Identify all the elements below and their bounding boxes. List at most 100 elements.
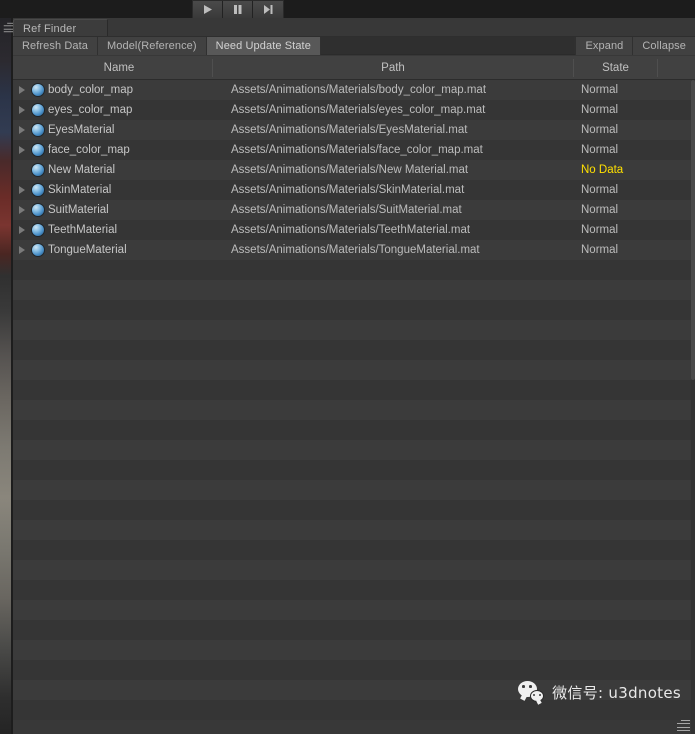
cell-state: Normal: [581, 184, 619, 196]
cell-state: Normal: [581, 204, 619, 216]
table-row-empty: [13, 480, 695, 500]
table-row[interactable]: face_color_map Assets/Animations/Material…: [13, 140, 695, 160]
table-row-empty: [13, 300, 695, 320]
play-button[interactable]: [193, 1, 223, 18]
play-icon: [204, 5, 212, 14]
table-row-empty: [13, 500, 695, 520]
toolbar-button-collapse[interactable]: Collapse: [632, 37, 695, 55]
cell-state: Normal: [581, 144, 619, 156]
cell-name: New Material: [48, 164, 116, 176]
window-tab-ref-finder[interactable]: Ref Finder: [13, 19, 108, 37]
table-row-empty: [13, 380, 695, 400]
cell-name: face_color_map: [48, 144, 130, 156]
step-button[interactable]: [253, 1, 283, 18]
table-row-empty: [13, 520, 695, 540]
cell-state: Normal: [581, 124, 619, 136]
expand-triangle-icon[interactable]: [19, 126, 25, 134]
table-row-empty: [13, 260, 695, 280]
table-row-empty: [13, 700, 695, 720]
material-sphere-icon: [32, 204, 44, 216]
table-row-empty: [13, 460, 695, 480]
expand-triangle-icon[interactable]: [19, 106, 25, 114]
cell-state: Normal: [581, 224, 619, 236]
table-row[interactable]: SkinMaterial Assets/Animations/Materials/…: [13, 180, 695, 200]
table-row[interactable]: eyes_color_map Assets/Animations/Material…: [13, 100, 695, 120]
cell-path: Assets/Animations/Materials/EyesMaterial…: [231, 124, 468, 136]
cell-state: Normal: [581, 104, 619, 116]
cell-name: body_color_map: [48, 84, 134, 96]
column-header-state[interactable]: State: [574, 56, 657, 80]
playbar-strip: [0, 0, 695, 18]
cell-path: Assets/Animations/Materials/body_color_m…: [231, 84, 487, 96]
expand-triangle-icon[interactable]: [19, 86, 25, 94]
scrollbar-thumb[interactable]: [691, 80, 695, 380]
toolbar-spacer: [320, 37, 576, 54]
table-row[interactable]: New Material Assets/Animations/Materials/…: [13, 160, 695, 180]
cell-path: Assets/Animations/Materials/eyes_color_m…: [231, 104, 486, 116]
material-sphere-icon: [32, 104, 44, 116]
pause-button[interactable]: [223, 1, 253, 18]
pause-icon: [234, 5, 242, 14]
vertical-scrollbar[interactable]: [691, 80, 695, 734]
material-sphere-icon: [32, 224, 44, 236]
column-divider-3[interactable]: [657, 59, 658, 77]
table-row[interactable]: TeethMaterial Assets/Animations/Materials…: [13, 220, 695, 240]
table-row[interactable]: body_color_map Assets/Animations/Material…: [13, 80, 695, 100]
table-row-empty: [13, 360, 695, 380]
cell-path: Assets/Animations/Materials/TeethMateria…: [231, 224, 471, 236]
cell-name: TongueMaterial: [48, 244, 127, 256]
cell-name: SkinMaterial: [48, 184, 112, 196]
table-row[interactable]: TongueMaterial Assets/Animations/Material…: [13, 240, 695, 260]
toolbar-button-refresh-data[interactable]: Refresh Data: [13, 37, 99, 55]
step-forward-icon: [263, 5, 272, 14]
table-row-empty: [13, 340, 695, 360]
material-sphere-icon: [32, 84, 44, 96]
asset-table-body[interactable]: body_color_map Assets/Animations/Material…: [13, 80, 695, 734]
playback-controls: [192, 0, 284, 18]
table-row-empty: [13, 560, 695, 580]
table-row-empty: [13, 280, 695, 300]
table-row-empty: [13, 320, 695, 340]
cell-path: Assets/Animations/Materials/New Material…: [231, 164, 469, 176]
expand-triangle-icon[interactable]: [19, 146, 25, 154]
table-row-empty: [13, 600, 695, 620]
cell-state: Normal: [581, 84, 619, 96]
cell-path: Assets/Animations/Materials/TongueMateri…: [231, 244, 480, 256]
material-sphere-icon: [32, 164, 44, 176]
watermark-text: 微信号: u3dnotes: [552, 683, 681, 702]
ref-finder-panel: Refresh Data Model(Reference) Need Updat…: [13, 36, 695, 734]
table-row-empty: [13, 640, 695, 660]
left-view-strip: [0, 18, 11, 734]
wechat-icon: [518, 681, 545, 703]
cell-path: Assets/Animations/Materials/SkinMaterial…: [231, 184, 465, 196]
table-row-empty: [13, 580, 695, 600]
column-header-path[interactable]: Path: [213, 56, 573, 80]
cell-path: Assets/Animations/Materials/SuitMaterial…: [231, 204, 462, 216]
expand-triangle-icon[interactable]: [19, 206, 25, 214]
window-tab-label: Ref Finder: [23, 22, 77, 35]
unity-editor-window: Ref Finder Refresh Data Model(Reference)…: [0, 0, 695, 734]
cell-name: eyes_color_map: [48, 104, 133, 116]
table-row-empty: [13, 660, 695, 680]
table-row-empty: [13, 400, 695, 420]
column-header-name[interactable]: Name: [19, 56, 219, 80]
toolbar-button-need-update-state[interactable]: Need Update State: [206, 37, 321, 55]
footer-menu-icon[interactable]: [674, 720, 690, 731]
material-sphere-icon: [32, 244, 44, 256]
toolbar-button-expand[interactable]: Expand: [575, 37, 633, 55]
material-sphere-icon: [32, 144, 44, 156]
table-row[interactable]: EyesMaterial Assets/Animations/Materials/…: [13, 120, 695, 140]
expand-triangle-icon[interactable]: [19, 246, 25, 254]
cell-name: TeethMaterial: [48, 224, 118, 236]
cell-path: Assets/Animations/Materials/face_color_m…: [231, 144, 483, 156]
toolbar: Refresh Data Model(Reference) Need Updat…: [13, 37, 695, 55]
material-sphere-icon: [32, 184, 44, 196]
table-row-empty: [13, 620, 695, 640]
table-row[interactable]: SuitMaterial Assets/Animations/Materials/…: [13, 200, 695, 220]
cell-state: No Data: [581, 164, 624, 176]
toolbar-button-model-reference[interactable]: Model(Reference): [98, 37, 207, 55]
expand-triangle-icon[interactable]: [19, 186, 25, 194]
cell-state: Normal: [581, 244, 619, 256]
expand-triangle-icon[interactable]: [19, 226, 25, 234]
watermark: 微信号: u3dnotes: [518, 681, 681, 703]
